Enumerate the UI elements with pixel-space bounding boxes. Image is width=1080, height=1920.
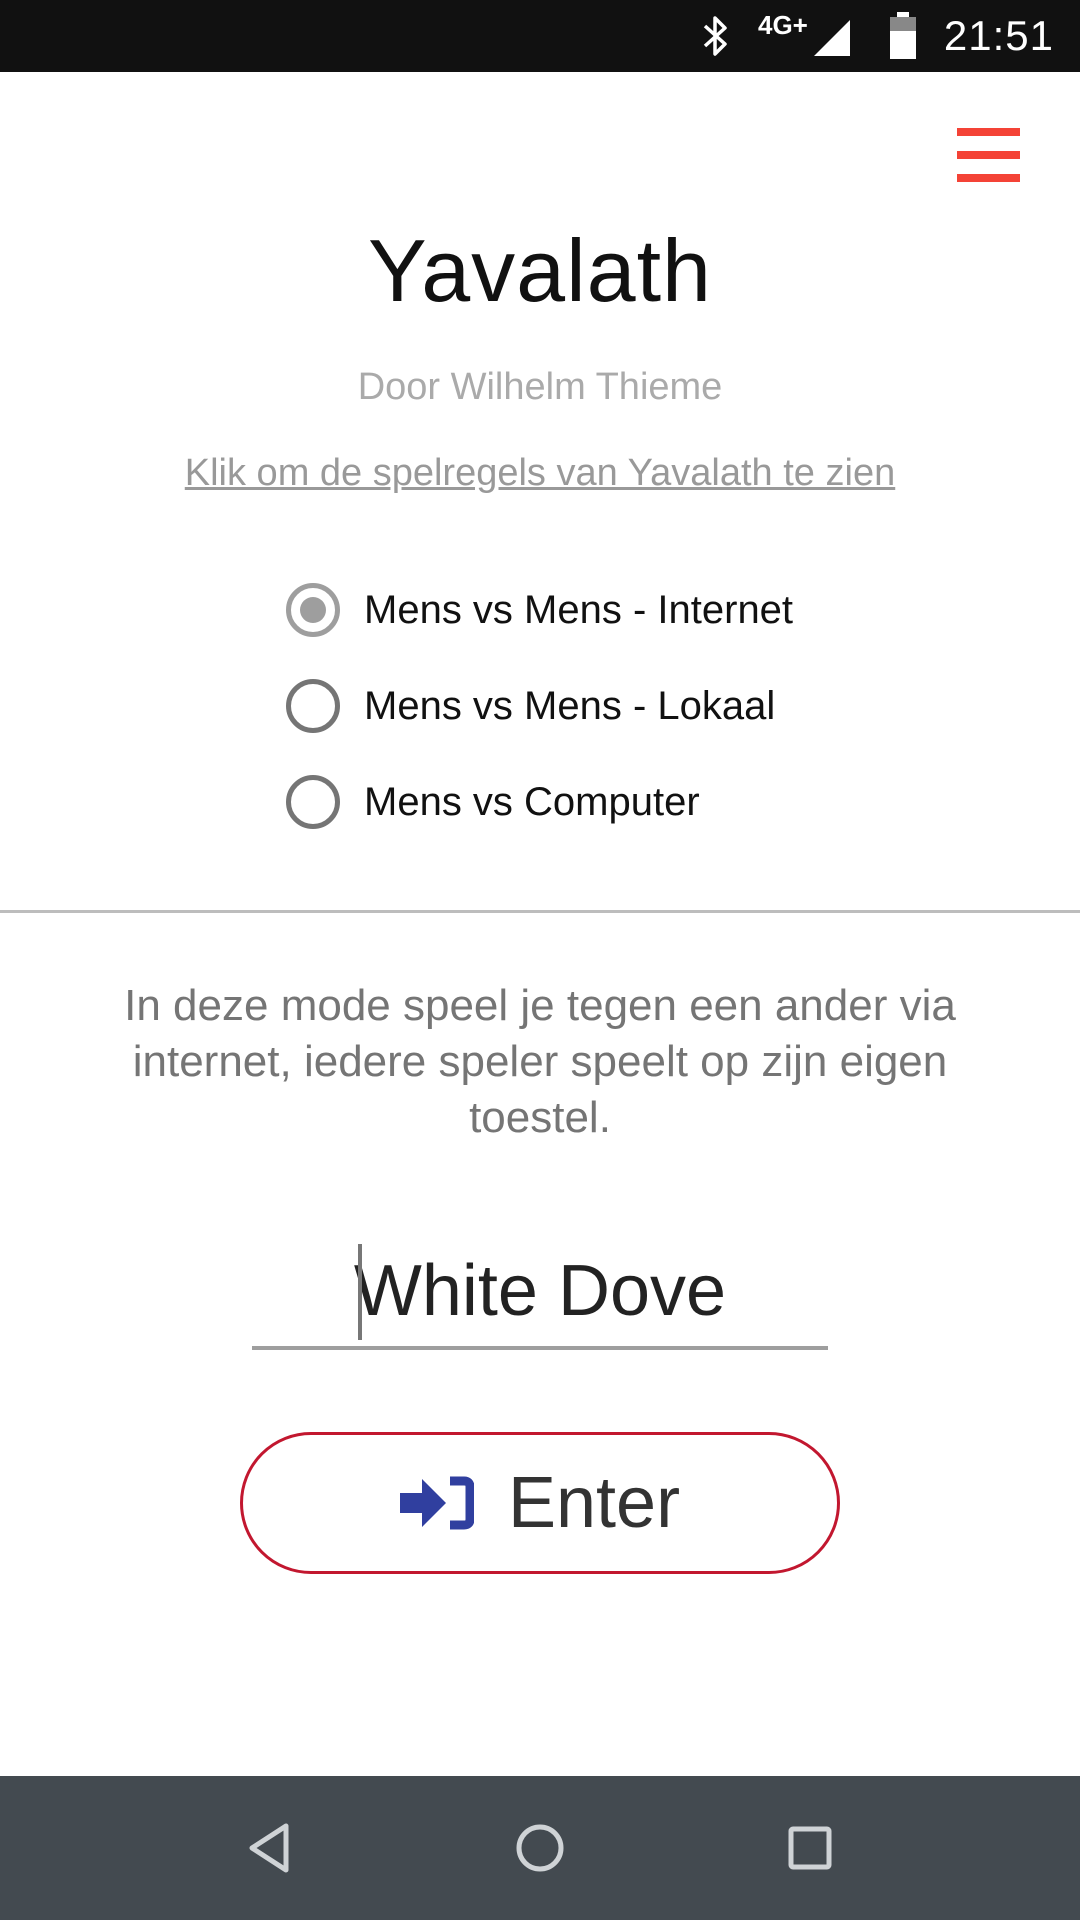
player-name-input[interactable] xyxy=(252,1236,828,1346)
radio-button-checked[interactable] xyxy=(286,583,340,637)
mode-description: In deze mode speel je tegen een ander vi… xyxy=(124,981,956,1142)
mode-option-computer[interactable]: Mens vs Computer xyxy=(286,770,700,834)
battery-icon xyxy=(888,12,918,65)
mode-option-label: Mens vs Computer xyxy=(364,779,700,824)
mode-option-local[interactable]: Mens vs Mens - Lokaal xyxy=(286,674,775,738)
divider xyxy=(0,910,1080,913)
clock: 21:51 xyxy=(943,12,1054,59)
mode-option-internet[interactable]: Mens vs Mens - Internet xyxy=(286,578,793,642)
recents-icon[interactable] xyxy=(782,1820,838,1876)
text-cursor xyxy=(358,1244,362,1340)
network-type-label: 4G+ xyxy=(758,10,808,40)
mode-option-label: Mens vs Mens - Lokaal xyxy=(364,683,776,728)
sign-in-icon xyxy=(399,1475,474,1531)
hamburger-menu-icon[interactable] xyxy=(950,122,1022,188)
input-underline xyxy=(252,1346,828,1350)
home-icon[interactable] xyxy=(512,1820,568,1876)
status-bar: 4G+ 21:51 xyxy=(0,0,1080,72)
back-icon[interactable] xyxy=(242,1820,298,1876)
enter-button[interactable]: Enter xyxy=(240,1432,840,1574)
bluetooth-icon xyxy=(700,14,730,63)
radio-button[interactable] xyxy=(286,775,340,829)
navigation-bar xyxy=(0,1776,1080,1920)
signal-icon xyxy=(812,18,852,63)
rules-link[interactable]: Klik om de spelregels van Yavalath te zi… xyxy=(0,452,1080,495)
radio-button[interactable] xyxy=(286,679,340,733)
app-title: Yavalath xyxy=(368,221,712,320)
author-subtitle: Door Wilhelm Thieme xyxy=(357,366,723,408)
player-name-field[interactable] xyxy=(252,1236,828,1350)
mode-option-label: Mens vs Mens - Internet xyxy=(364,587,794,632)
enter-button-label: Enter xyxy=(507,1463,681,1543)
